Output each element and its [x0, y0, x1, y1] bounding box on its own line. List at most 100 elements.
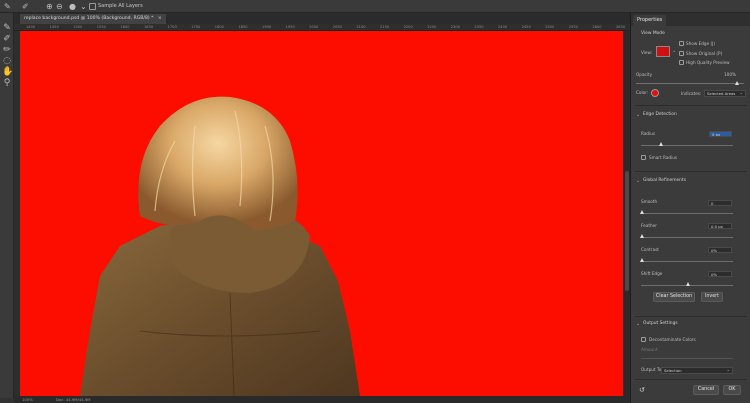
sample-all-layers-checkbox[interactable]	[89, 3, 96, 10]
smooth-field[interactable]: 0	[708, 200, 732, 206]
show-edge-checkbox[interactable]	[679, 41, 684, 46]
smart-radius-label: Smart Radius	[649, 155, 678, 160]
ruler-tick-label: 1450	[49, 25, 59, 29]
ruler-tick-label: 1500	[73, 25, 83, 29]
ruler-tick-label: 1600	[120, 25, 130, 29]
radius-label: Radius	[641, 131, 656, 136]
hand-tool-icon[interactable]: ✋	[2, 67, 13, 77]
clear-selection-button[interactable]: Clear Selection	[653, 292, 695, 302]
brush-size-icon[interactable]: ●	[69, 2, 76, 11]
ruler-tick-label: 2400	[498, 25, 508, 29]
feather-label: Feather	[641, 223, 657, 228]
panel-tab-strip: Properties	[631, 13, 750, 26]
smooth-slider-knob[interactable]	[640, 210, 644, 214]
radius-slider-track[interactable]	[641, 145, 733, 146]
contrast-slider-knob[interactable]	[640, 258, 644, 262]
feather-slider-track[interactable]	[641, 237, 733, 238]
radius-field[interactable]: 0 px	[709, 131, 732, 137]
high-quality-label: High Quality Preview	[686, 60, 730, 65]
opacity-slider-knob[interactable]	[735, 81, 739, 85]
ruler-tick-label: 2100	[356, 25, 366, 29]
invert-button[interactable]: Invert	[701, 292, 723, 302]
opacity-label: Opacity	[636, 72, 653, 77]
show-edge-label: Show Edge (J)	[686, 41, 716, 46]
brush-tool-icon[interactable]: ✏	[2, 45, 12, 55]
shift-edge-slider-knob[interactable]	[686, 282, 690, 286]
zoom-tool-icon[interactable]: ⚲	[2, 78, 12, 88]
chevron-down-icon[interactable]: ⌄	[636, 112, 640, 118]
view-mode-title: View Mode	[641, 31, 665, 36]
sample-all-layers-label: Sample All Layers	[98, 3, 143, 9]
options-bar: ✎ ✐ ⊕ ⊖ ● ⌄ Sample All Layers	[0, 0, 750, 13]
document-tab[interactable]: replace background.psd @ 100% (Backgroun…	[20, 14, 166, 24]
ruler-tick-label: 2350	[474, 25, 484, 29]
radius-slider-knob[interactable]	[659, 142, 663, 146]
ruler-tick-label: 2050	[332, 25, 342, 29]
tools-panel: ✎ ✐ ✏ ◌ ✋ ⚲	[0, 13, 14, 398]
contrast-field[interactable]: 0%	[708, 247, 732, 253]
smooth-slider-track[interactable]	[641, 213, 733, 214]
show-original-label: Show Original (P)	[686, 51, 723, 56]
show-original-checkbox[interactable]	[679, 51, 684, 56]
ruler-tick-label: 1550	[96, 25, 106, 29]
reset-icon[interactable]: ↺	[639, 386, 645, 394]
subtract-from-selection-icon[interactable]: ⊖	[56, 2, 63, 11]
smart-radius-checkbox[interactable]	[641, 155, 646, 160]
doc-info: Doc: 44.9M/44.9M	[56, 397, 91, 402]
properties-panel: Properties View Mode View: ⌄ Show Edge (…	[630, 13, 750, 403]
ruler-tick-label: 1900	[262, 25, 272, 29]
ruler-tick-label: 1850	[238, 25, 248, 29]
quick-selection-tool-icon[interactable]: ✎	[2, 23, 12, 33]
amount-slider-track[interactable]	[641, 358, 733, 359]
feather-field[interactable]: 0.0 px	[708, 223, 732, 229]
opacity-value[interactable]: 100%	[724, 72, 736, 78]
chevron-down-icon[interactable]: ⌄	[80, 2, 87, 11]
divider	[635, 105, 747, 106]
ruler-tick-label: 1950	[285, 25, 295, 29]
lasso-tool-icon[interactable]: ◌	[2, 56, 12, 66]
refine-edge-brush-icon[interactable]: ✎	[4, 2, 11, 11]
view-thumbnail[interactable]	[656, 46, 670, 57]
color-swatch[interactable]	[651, 89, 659, 97]
brush-settings-icon[interactable]: ✐	[22, 2, 29, 11]
chevron-down-icon[interactable]: ⌄	[636, 321, 640, 327]
ruler-tick-label: 2250	[427, 25, 437, 29]
ruler-tick-label: 2550	[568, 25, 578, 29]
refine-edge-brush-tool-icon[interactable]: ✐	[2, 34, 12, 44]
divider	[635, 316, 747, 317]
indicates-dropdown[interactable]: Selected Areas	[704, 90, 746, 97]
close-icon[interactable]: ×	[158, 16, 162, 21]
scrollbar-thumb[interactable]	[625, 171, 629, 291]
edge-detection-title: Edge Detection	[643, 112, 677, 117]
tab-properties[interactable]: Properties	[633, 15, 667, 26]
chevron-down-icon[interactable]: ⌄	[636, 178, 640, 184]
add-to-selection-icon[interactable]: ⊕	[46, 2, 53, 11]
decontaminate-checkbox[interactable]	[641, 337, 646, 342]
subject-silhouette	[80, 96, 360, 396]
chevron-down-icon[interactable]: ⌄	[672, 48, 676, 54]
decontaminate-label: Decontaminate Colors	[649, 337, 696, 342]
ruler-tick-label: 2650	[616, 25, 626, 29]
shift-edge-label: Shift Edge	[641, 271, 663, 276]
opacity-slider-track[interactable]	[636, 83, 744, 84]
indicates-label: Indicates:	[681, 91, 702, 96]
contrast-slider-track[interactable]	[641, 261, 733, 262]
ruler-tick-label: 1650	[144, 25, 154, 29]
canvas-overlay[interactable]	[20, 31, 623, 396]
ruler-tick-label: 2300	[450, 25, 460, 29]
divider	[635, 171, 747, 172]
smooth-label: Smooth	[641, 199, 658, 204]
output-settings-title: Output Settings	[643, 321, 678, 326]
zoom-level[interactable]: 100%	[22, 396, 33, 403]
ok-button[interactable]: OK	[723, 385, 741, 395]
divider	[635, 379, 747, 380]
output-to-dropdown[interactable]: Selection	[661, 367, 733, 374]
color-label: Color:	[636, 90, 649, 95]
high-quality-checkbox[interactable]	[679, 60, 684, 65]
shift-edge-field[interactable]: 0%	[708, 271, 732, 277]
feather-slider-knob[interactable]	[640, 234, 644, 238]
ruler-tick-label: 1400	[26, 25, 36, 29]
hair-shape	[138, 96, 298, 231]
cancel-button[interactable]: Cancel	[693, 385, 719, 395]
contrast-label: Contrast	[641, 247, 659, 252]
